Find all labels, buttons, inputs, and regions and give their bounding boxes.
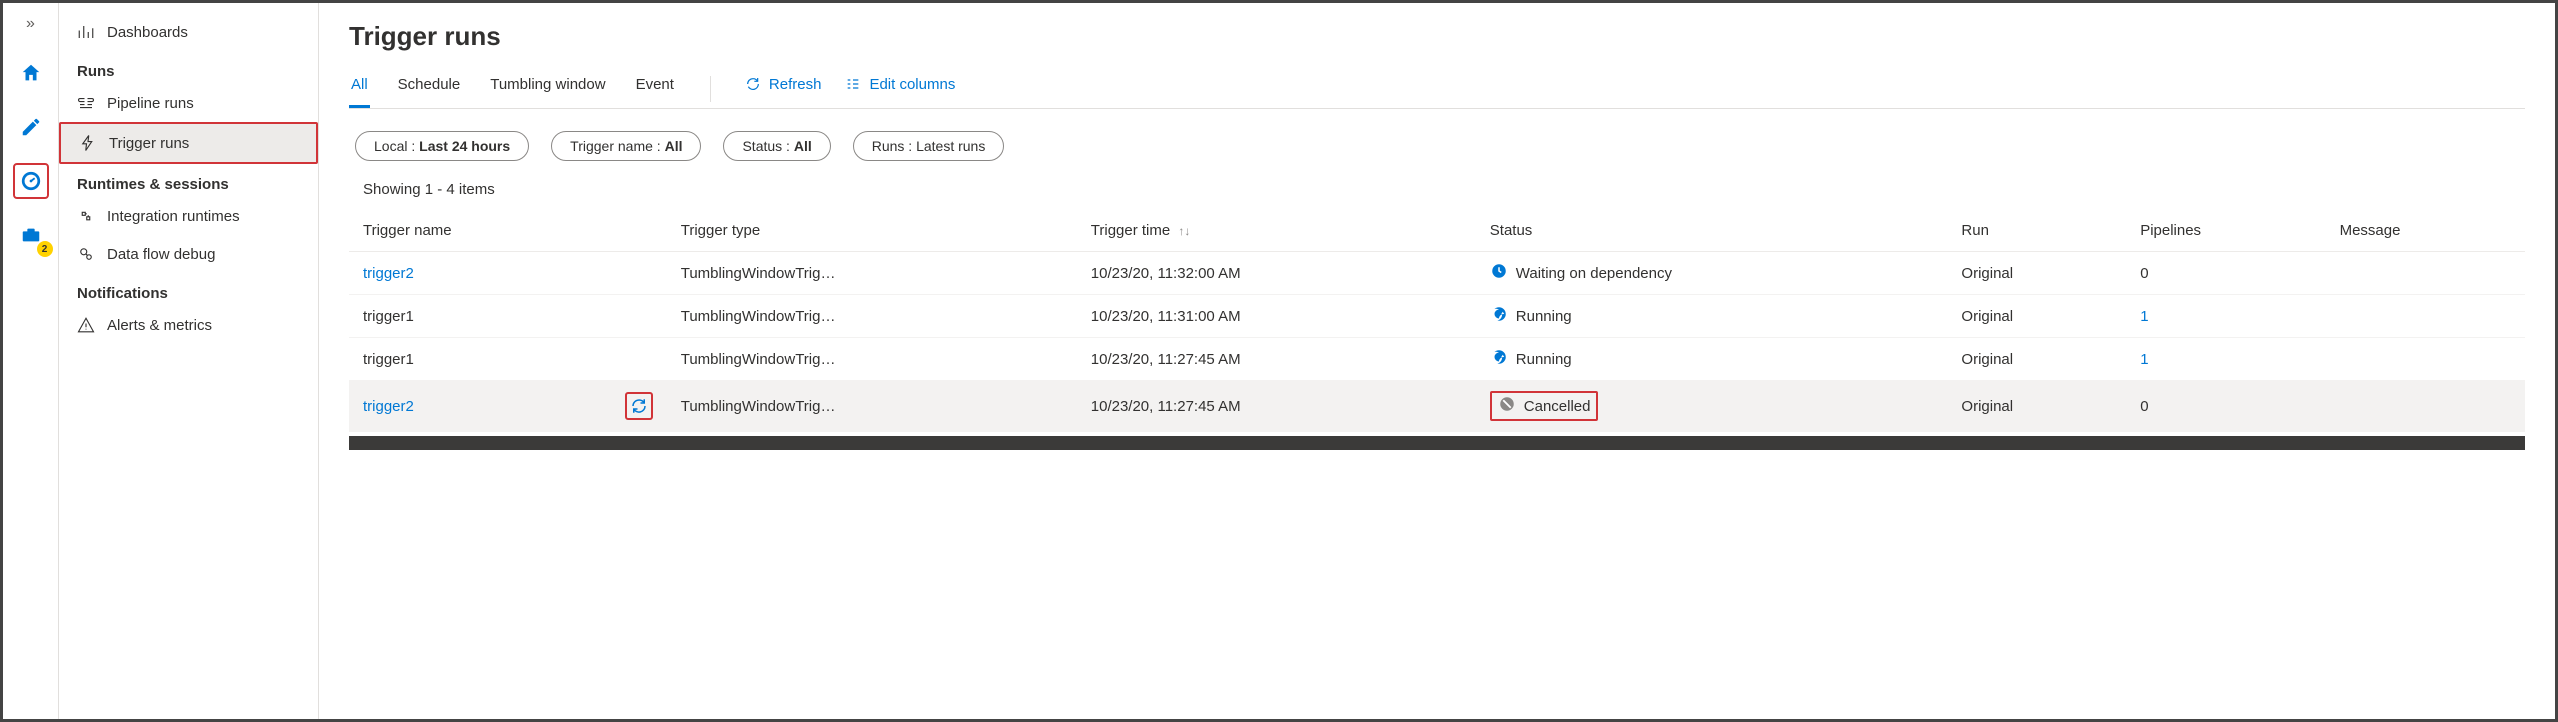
status-icon bbox=[1490, 348, 1508, 370]
sidebar-alerts-metrics[interactable]: Alerts & metrics bbox=[59, 306, 318, 344]
table-row[interactable]: trigger1 TumblingWindowTrig…10/23/20, 11:… bbox=[349, 295, 2525, 338]
status-icon bbox=[1498, 395, 1516, 417]
cell-trigger-type: TumblingWindowTrig… bbox=[667, 381, 1077, 432]
sidebar-trigger-runs[interactable]: Trigger runs bbox=[59, 122, 318, 164]
cell-trigger-time: 10/23/20, 11:32:00 AM bbox=[1077, 252, 1476, 295]
sidebar-integration-runtimes[interactable]: Integration runtimes bbox=[59, 197, 318, 235]
col-status[interactable]: Status bbox=[1476, 210, 1948, 252]
edit-columns-button[interactable]: Edit columns bbox=[845, 76, 955, 103]
col-pipelines[interactable]: Pipelines bbox=[2126, 210, 2325, 252]
cell-trigger-name: trigger1 bbox=[363, 351, 414, 368]
cell-trigger-type: TumblingWindowTrig… bbox=[667, 295, 1077, 338]
divider bbox=[710, 76, 711, 102]
main-content: Trigger runs All Schedule Tumbling windo… bbox=[319, 3, 2555, 719]
sidebar-dashboards[interactable]: Dashboards bbox=[59, 13, 318, 51]
cell-pipelines[interactable]: 1 bbox=[2140, 308, 2148, 325]
status-icon bbox=[1490, 305, 1508, 327]
pipeline-icon bbox=[77, 94, 95, 112]
rerun-button[interactable] bbox=[625, 392, 653, 420]
cell-trigger-time: 10/23/20, 11:27:45 AM bbox=[1077, 338, 1476, 381]
filter-status[interactable]: Status : All bbox=[723, 131, 830, 161]
cell-trigger-name: trigger1 bbox=[363, 308, 414, 325]
col-message[interactable]: Message bbox=[2326, 210, 2525, 252]
col-run[interactable]: Run bbox=[1947, 210, 2126, 252]
sidebar-item-label: Integration runtimes bbox=[107, 208, 240, 225]
table-row[interactable]: trigger2 TumblingWindowTrig…10/23/20, 11:… bbox=[349, 381, 2525, 432]
cell-message bbox=[2326, 381, 2525, 432]
cell-trigger-type: TumblingWindowTrig… bbox=[667, 338, 1077, 381]
cell-status: Running bbox=[1476, 338, 1948, 381]
cell-status: Running bbox=[1476, 295, 1948, 338]
cell-trigger-name[interactable]: trigger2 bbox=[363, 265, 414, 282]
cell-pipelines: 0 bbox=[2140, 398, 2148, 415]
rail-badge: 2 bbox=[37, 241, 53, 257]
tab-event[interactable]: Event bbox=[634, 70, 676, 108]
sidebar-group-runtimes: Runtimes & sessions bbox=[59, 164, 318, 197]
cell-message bbox=[2326, 338, 2525, 381]
cell-run: Original bbox=[1947, 338, 2126, 381]
sidebar-item-label: Data flow debug bbox=[107, 246, 215, 263]
page-title: Trigger runs bbox=[349, 21, 2525, 52]
col-trigger-name[interactable]: Trigger name bbox=[349, 210, 611, 252]
filter-local[interactable]: Local : Last 24 hours bbox=[355, 131, 529, 161]
sidebar-group-notifications: Notifications bbox=[59, 273, 318, 306]
cell-trigger-time: 10/23/20, 11:27:45 AM bbox=[1077, 381, 1476, 432]
refresh-label: Refresh bbox=[769, 76, 822, 93]
icon-rail: » 2 bbox=[3, 3, 59, 719]
sidebar-pipeline-runs[interactable]: Pipeline runs bbox=[59, 84, 318, 122]
rail-author[interactable] bbox=[13, 109, 49, 145]
cell-pipelines: 0 bbox=[2140, 265, 2148, 282]
tab-tumbling-window[interactable]: Tumbling window bbox=[488, 70, 607, 108]
filter-pills: Local : Last 24 hours Trigger name : All… bbox=[349, 131, 2525, 161]
sidebar-item-label: Dashboards bbox=[107, 24, 188, 41]
cell-run: Original bbox=[1947, 252, 2126, 295]
gauge-icon bbox=[20, 170, 42, 192]
sidebar-group-runs: Runs bbox=[59, 51, 318, 84]
table-row[interactable]: trigger1 TumblingWindowTrig…10/23/20, 11:… bbox=[349, 338, 2525, 381]
sidebar-data-flow-debug[interactable]: Data flow debug bbox=[59, 235, 318, 273]
cell-trigger-time: 10/23/20, 11:31:00 AM bbox=[1077, 295, 1476, 338]
rail-manage[interactable]: 2 bbox=[13, 217, 49, 253]
home-icon bbox=[20, 62, 42, 84]
showing-count: Showing 1 - 4 items bbox=[349, 181, 2525, 198]
columns-icon bbox=[845, 76, 861, 92]
tab-schedule[interactable]: Schedule bbox=[396, 70, 463, 108]
cell-run: Original bbox=[1947, 381, 2126, 432]
filter-trigger-name[interactable]: Trigger name : All bbox=[551, 131, 701, 161]
bottom-scrollbar[interactable] bbox=[349, 436, 2525, 450]
cell-run: Original bbox=[1947, 295, 2126, 338]
cell-status: Cancelled bbox=[1476, 381, 1948, 432]
cell-trigger-name[interactable]: trigger2 bbox=[363, 398, 414, 415]
cell-pipelines[interactable]: 1 bbox=[2140, 351, 2148, 368]
col-trigger-time[interactable]: Trigger time ↑↓ bbox=[1077, 210, 1476, 252]
edit-columns-label: Edit columns bbox=[869, 76, 955, 93]
sidebar: Dashboards Runs Pipeline runs Trigger ru… bbox=[59, 3, 319, 719]
col-trigger-type[interactable]: Trigger type bbox=[667, 210, 1077, 252]
filter-runs[interactable]: Runs : Latest runs bbox=[853, 131, 1005, 161]
tabs-row: All Schedule Tumbling window Event Refre… bbox=[349, 70, 2525, 109]
dashboard-icon bbox=[77, 23, 95, 41]
cell-status: Waiting on dependency bbox=[1476, 252, 1948, 295]
integration-icon bbox=[77, 207, 95, 225]
refresh-icon bbox=[745, 76, 761, 92]
rail-home[interactable] bbox=[13, 55, 49, 91]
refresh-button[interactable]: Refresh bbox=[745, 76, 822, 103]
status-icon bbox=[1490, 262, 1508, 284]
cell-message bbox=[2326, 252, 2525, 295]
cell-trigger-type: TumblingWindowTrig… bbox=[667, 252, 1077, 295]
table-row[interactable]: trigger2 TumblingWindowTrig…10/23/20, 11:… bbox=[349, 252, 2525, 295]
cell-message bbox=[2326, 295, 2525, 338]
alert-icon bbox=[77, 316, 95, 334]
trigger-icon bbox=[79, 134, 97, 152]
sidebar-item-label: Pipeline runs bbox=[107, 95, 194, 112]
rail-monitor[interactable] bbox=[13, 163, 49, 199]
pencil-icon bbox=[20, 116, 42, 138]
tab-all[interactable]: All bbox=[349, 70, 370, 108]
results-table: Trigger name Trigger type Trigger time ↑… bbox=[349, 210, 2525, 432]
sidebar-item-label: Trigger runs bbox=[109, 135, 189, 152]
expand-collapse-icon[interactable]: » bbox=[18, 11, 43, 37]
sidebar-item-label: Alerts & metrics bbox=[107, 317, 212, 334]
sort-icon: ↑↓ bbox=[1178, 224, 1190, 238]
debug-icon bbox=[77, 245, 95, 263]
